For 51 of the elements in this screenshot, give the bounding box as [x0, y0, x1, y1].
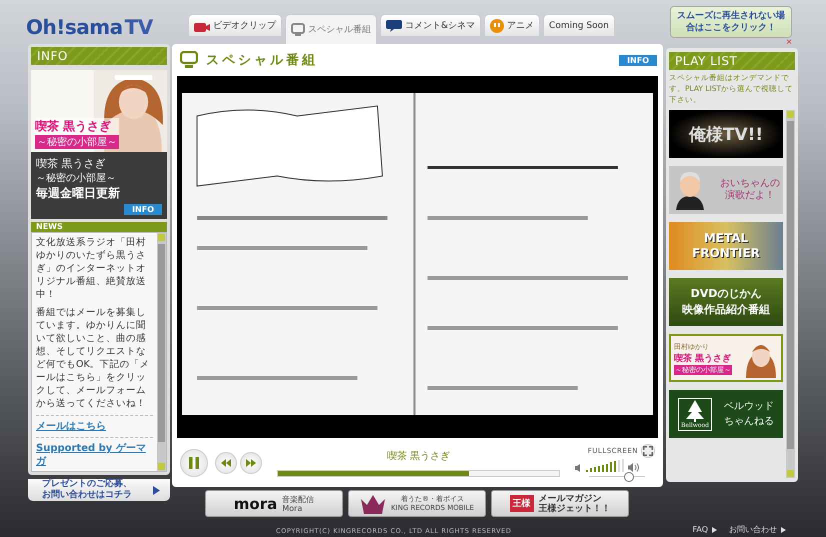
- arrow-icon: [781, 526, 786, 532]
- footer-link[interactable]: FAQ: [692, 525, 708, 534]
- tab[interactable]: アニメ: [484, 14, 540, 36]
- show-subtitle: ～秘密の小部屋～: [36, 172, 117, 186]
- smiley-icon: [490, 18, 504, 33]
- fast-forward-icon: [246, 458, 256, 467]
- tree-icon: [686, 400, 704, 422]
- playback-help-link[interactable]: スムーズに再生されない場合はここをクリック！: [670, 6, 792, 38]
- show-title: 喫茶 黒うさぎ: [36, 156, 106, 172]
- playlist-item[interactable]: 俺様TV!!: [669, 110, 783, 158]
- panel-header: PLAY LIST: [669, 52, 795, 70]
- section-title: スペシャル番組: [206, 52, 318, 70]
- arrow-icon: [712, 526, 717, 532]
- pause-button[interactable]: [180, 448, 208, 477]
- play-arrow-icon: [153, 486, 160, 495]
- tab[interactable]: コメント&シネマ: [380, 14, 482, 36]
- banner-subtitle: ～秘密の小部屋～: [35, 135, 119, 150]
- rewind-button[interactable]: [215, 452, 237, 474]
- monitor-icon: [180, 51, 198, 70]
- schedule-text: 毎週金曜日更新: [36, 185, 121, 202]
- banner-title: 喫茶 黒うさぎ: [35, 118, 119, 136]
- site-logo[interactable]: Oh!samaTV: [26, 15, 186, 40]
- contact-link[interactable]: プレゼントのご応募、 お問い合わせはコチラ: [28, 479, 170, 502]
- scrollbar[interactable]: [786, 110, 795, 478]
- pause-icon: [188, 456, 200, 470]
- progress-bar[interactable]: [277, 470, 560, 477]
- tab[interactable]: Coming Soon: [543, 14, 615, 36]
- speaker-low-icon: [575, 464, 582, 472]
- speech-bubble-icon: [386, 18, 402, 33]
- tab[interactable]: ビデオクリップ: [188, 14, 282, 36]
- news-header: NEWS: [31, 222, 167, 232]
- crown-icon: [360, 492, 386, 515]
- fast-forward-button[interactable]: [240, 452, 262, 474]
- info-button[interactable]: INFO: [619, 54, 657, 66]
- news-paragraph: 文化放送系ラジオ「田村ゆかりのいたずら黒うさぎ」のインターネットオリジナル番組、絶賛放送中！: [36, 236, 147, 302]
- now-playing-title: 喫茶 黒うさぎ: [386, 450, 450, 463]
- scrollbar[interactable]: [157, 233, 166, 472]
- panel-header: INFO: [31, 47, 167, 66]
- news-paragraph: 番組ではメールを募集しています。ゆかりんに聞いて欲しいこと、曲の感想、そしてリクエストなど何でもOK。下記の「メールはこちら」をクリックして、メールフォームから送ってくださいね！: [36, 306, 151, 410]
- playlist-item[interactable]: DVDのじかん 映像作品紹介番組: [669, 278, 783, 326]
- news-link[interactable]: メールはこちら: [36, 420, 153, 434]
- monitor-icon: [291, 22, 305, 37]
- rewind-icon: [221, 458, 231, 467]
- fullscreen-icon: [643, 446, 653, 456]
- info-button[interactable]: INFO: [124, 204, 162, 216]
- news-link[interactable]: Supported by ゲーマガ: [36, 442, 153, 468]
- playlist-item[interactable]: おいちゃんの 演歌だよ！: [669, 166, 783, 214]
- footer-link[interactable]: お問い合わせ: [729, 524, 777, 535]
- speaker-high-icon: [628, 462, 640, 472]
- fullscreen-button[interactable]: [641, 444, 655, 458]
- tab[interactable]: スペシャル番組: [285, 14, 377, 44]
